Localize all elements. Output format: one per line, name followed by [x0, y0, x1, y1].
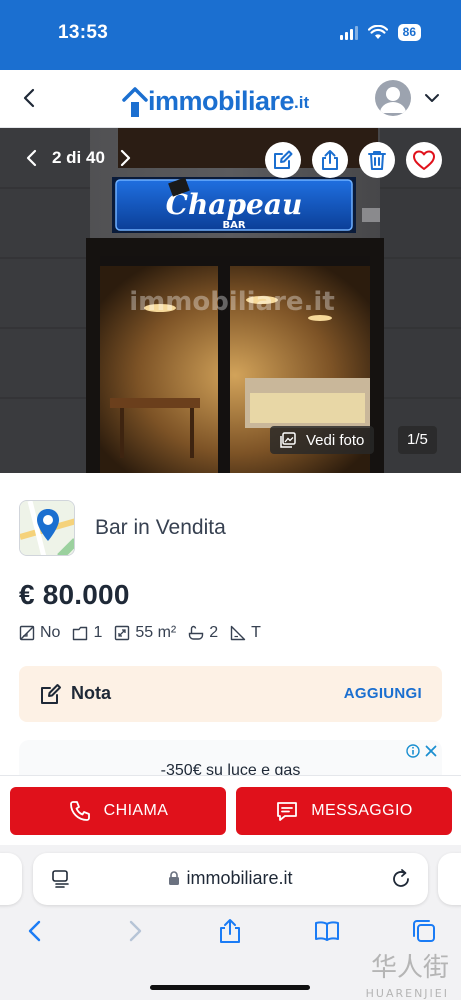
- view-photos-label: Vedi foto: [306, 431, 365, 449]
- photos-icon: [280, 432, 296, 448]
- photo-watermark: immobiliare.it: [129, 287, 335, 317]
- immobiliare-logo[interactable]: immobiliare .it: [122, 80, 309, 118]
- home-indicator: [150, 985, 310, 990]
- reload-icon[interactable]: [390, 868, 412, 890]
- edit-icon: [274, 150, 293, 169]
- listing-features: No 1 55 m² 2 T: [19, 624, 261, 642]
- wifi-icon: [367, 25, 388, 39]
- status-icons: 86: [339, 24, 421, 41]
- safari-toolbar: immobiliare.it 华人街 HUARENJIEI: [0, 845, 461, 1000]
- chat-icon: [277, 802, 298, 821]
- next-tab-preview[interactable]: [438, 853, 461, 905]
- photo-navigation: 2 di 40: [22, 148, 135, 168]
- status-bar: 13:53 86: [0, 0, 461, 70]
- watermark-sub: HUARENJIEI: [365, 987, 449, 1000]
- delete-button[interactable]: [359, 142, 395, 178]
- add-note-button[interactable]: AGGIUNGI: [344, 685, 422, 702]
- edit-button[interactable]: [265, 142, 301, 178]
- favorite-button[interactable]: [406, 142, 442, 178]
- edit-note-icon: [41, 684, 61, 704]
- chevron-down-icon[interactable]: [422, 88, 442, 108]
- browser-forward-icon[interactable]: [120, 917, 148, 945]
- listing-position: 2 di 40: [52, 148, 105, 167]
- map-thumbnail[interactable]: [19, 500, 75, 556]
- feature-area: 55 m²: [114, 624, 176, 642]
- status-time: 13:53: [58, 22, 109, 43]
- back-chevron-icon[interactable]: [18, 86, 42, 110]
- bathtub-icon: [189, 625, 204, 640]
- note-label: Nota: [71, 683, 111, 703]
- feature-value: 1: [93, 624, 103, 641]
- browser-navigation: [0, 917, 461, 947]
- url-display: immobiliare.it: [33, 868, 428, 889]
- call-button[interactable]: CHIAMA: [10, 787, 226, 835]
- app-header: immobiliare .it: [0, 70, 461, 128]
- lock-icon: [169, 871, 180, 885]
- house-logo-icon: [122, 87, 148, 117]
- view-photos-button[interactable]: Vedi foto: [270, 426, 375, 454]
- battery-indicator: 86: [397, 24, 421, 41]
- watermark: 华人街 HUARENJIEI: [366, 955, 449, 1000]
- map-pin-icon: [20, 501, 74, 555]
- browser-back-icon[interactable]: [22, 917, 50, 945]
- feature-bathrooms: 2: [188, 624, 218, 642]
- floor-icon: [230, 625, 246, 641]
- sign-sub: BAR: [222, 220, 245, 231]
- trash-icon: [368, 151, 386, 170]
- photo-counter: 1/5: [398, 426, 437, 454]
- info-icon[interactable]: [406, 744, 420, 758]
- cellular-signal-icon: [339, 25, 358, 40]
- feature-floor: T: [230, 624, 261, 642]
- listing-title: Bar in Vendita: [95, 516, 226, 539]
- feature-furnished: No: [19, 624, 60, 642]
- watermark-text: 华人街: [370, 953, 449, 983]
- listing-photo-gallery[interactable]: Chapeau BAR immobiliare.it 2 di 40 Vedi …: [0, 128, 461, 473]
- listing-price: € 80.000: [19, 579, 130, 610]
- share-button[interactable]: [312, 142, 348, 178]
- rooms-icon: [73, 626, 88, 641]
- message-label: MESSAGGIO: [311, 802, 413, 819]
- feature-value: No: [40, 624, 61, 641]
- bookmarks-icon[interactable]: [313, 917, 341, 945]
- browser-share-icon[interactable]: [216, 917, 244, 945]
- address-bar[interactable]: immobiliare.it: [33, 853, 428, 905]
- contact-action-bar: CHIAMA MESSAGGIO: [0, 775, 461, 845]
- feature-value: 2: [209, 624, 219, 641]
- phone-icon: [69, 801, 90, 821]
- listing-photo: Chapeau BAR immobiliare.it: [0, 128, 461, 473]
- user-icon: [380, 87, 406, 113]
- close-icon[interactable]: [424, 744, 438, 758]
- previous-tab-preview[interactable]: [0, 853, 22, 905]
- tabs-icon[interactable]: [410, 917, 438, 945]
- note-card: Nota AGGIUNGI: [19, 666, 442, 722]
- avatar[interactable]: [375, 80, 411, 116]
- sign-name: Chapeau: [166, 188, 303, 221]
- heart-icon: [413, 150, 435, 170]
- feature-value: 55 m²: [135, 624, 177, 641]
- area-icon: [115, 625, 130, 641]
- url-text: immobiliare.it: [186, 868, 293, 888]
- feature-rooms: 1: [72, 624, 102, 642]
- share-icon: [322, 150, 338, 170]
- logo-suffix: .it: [294, 93, 310, 112]
- feature-value: T: [251, 624, 261, 641]
- next-listing-icon[interactable]: [115, 148, 135, 168]
- logo-text: immobiliare: [148, 86, 295, 116]
- call-label: CHIAMA: [103, 802, 169, 819]
- no-furniture-icon: [19, 625, 35, 641]
- previous-listing-icon[interactable]: [22, 148, 42, 168]
- message-button[interactable]: MESSAGGIO: [236, 787, 452, 835]
